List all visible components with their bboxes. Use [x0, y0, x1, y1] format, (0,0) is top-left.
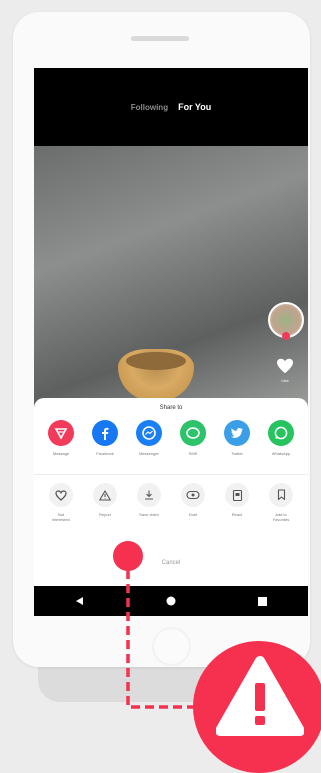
share-targets-row: Message Facebook Messenger SMS Twitter W… — [41, 420, 301, 466]
messenger-icon — [136, 420, 162, 446]
report-warning-icon — [93, 483, 117, 507]
share-sheet: Share to Message Facebook Messenger SMS … — [34, 398, 308, 594]
share-target-twitter[interactable]: Twitter — [217, 420, 257, 466]
recents-icon[interactable] — [258, 596, 267, 606]
action-save-video[interactable]: Save video — [129, 483, 169, 533]
heart-icon[interactable] — [276, 358, 294, 374]
back-icon[interactable] — [75, 596, 84, 606]
share-sheet-title: Share to — [159, 405, 183, 411]
duet-icon — [181, 483, 205, 507]
share-target-label: WhatsApp — [271, 451, 291, 456]
cancel-button[interactable]: Cancel — [34, 560, 308, 566]
follow-plus-icon[interactable] — [282, 332, 290, 340]
twitter-icon — [224, 420, 250, 446]
share-target-label: Facebook — [96, 451, 114, 456]
phone-speaker — [131, 36, 189, 41]
action-label: Not interested — [52, 512, 70, 522]
share-target-label: Twitter — [231, 451, 243, 456]
action-add-to-favorites[interactable]: Add to Favorites — [261, 483, 301, 533]
actions-row: Not interested Report Save video Duet Re… — [41, 483, 301, 533]
action-report[interactable]: Report — [85, 483, 125, 533]
warning-icon — [216, 656, 304, 736]
share-target-whatsapp[interactable]: WhatsApp — [261, 420, 301, 466]
share-target-facebook[interactable]: Facebook — [85, 420, 125, 466]
phone-screen: Following For You Like Share to Message … — [34, 68, 308, 616]
download-icon — [137, 483, 161, 507]
action-label: React — [231, 512, 243, 517]
action-label: Report — [98, 512, 111, 517]
message-icon — [48, 420, 74, 446]
phone-home-button[interactable] — [152, 627, 191, 666]
tab-for-you[interactable]: For You — [178, 102, 211, 112]
home-icon[interactable] — [166, 596, 176, 606]
android-navigation-bar — [34, 586, 308, 616]
facebook-icon — [92, 420, 118, 446]
share-target-messenger[interactable]: Messenger — [129, 420, 169, 466]
action-label: Duet — [188, 512, 198, 517]
bookmark-icon — [269, 483, 293, 507]
action-duet[interactable]: Duet — [173, 483, 213, 533]
feed-header: Following For You — [34, 68, 308, 146]
share-sheet-divider — [34, 474, 308, 475]
react-icon — [225, 483, 249, 507]
action-label: Save video — [139, 512, 159, 517]
video-subject-bowl-inner — [126, 352, 186, 370]
whatsapp-icon — [268, 420, 294, 446]
share-target-label: Message — [52, 451, 70, 456]
action-label: Add to Favorites — [272, 512, 290, 522]
share-target-sms[interactable]: SMS — [173, 420, 213, 466]
action-not-interested[interactable]: Not interested — [41, 483, 81, 533]
action-react[interactable]: React — [217, 483, 257, 533]
like-label: Like — [281, 378, 289, 383]
share-target-message[interactable]: Message — [41, 420, 81, 466]
sms-icon — [180, 420, 206, 446]
tab-following[interactable]: Following — [131, 103, 168, 112]
share-target-label: SMS — [188, 451, 198, 456]
broken-heart-icon — [49, 483, 73, 507]
share-target-label: Messenger — [139, 451, 159, 456]
